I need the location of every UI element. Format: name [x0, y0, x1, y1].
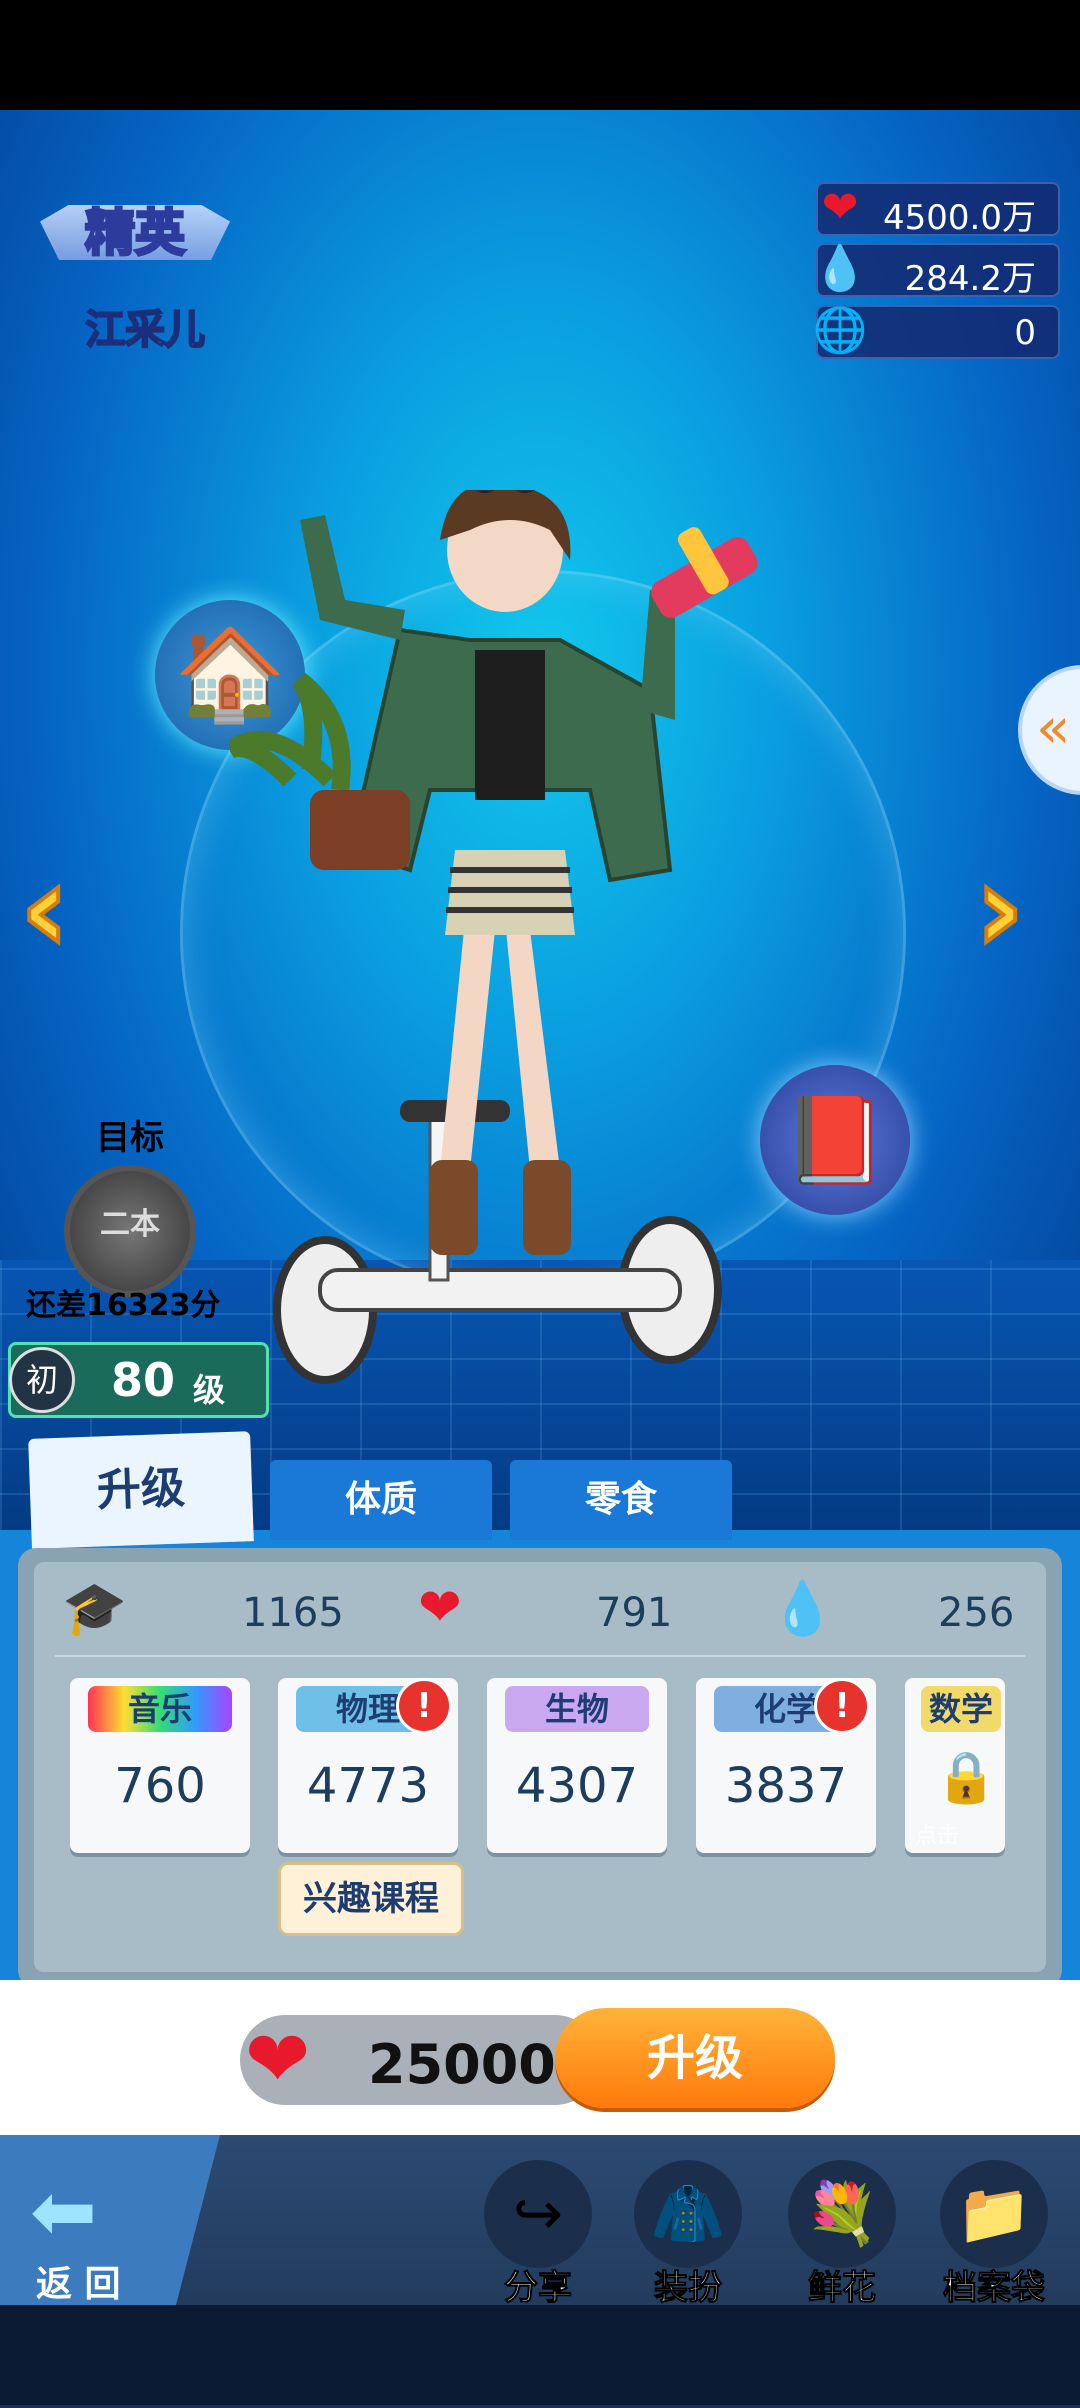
- tab-snacks[interactable]: 零食: [510, 1460, 732, 1540]
- file-folder-icon: 📁: [940, 2160, 1048, 2268]
- rank-text: 精英: [84, 203, 187, 264]
- subject-card-biology[interactable]: 生物 4307: [487, 1678, 667, 1853]
- stat-heart-value: 791: [596, 1590, 673, 1636]
- share-button[interactable]: ↪ 分享: [478, 2160, 598, 2309]
- back-label: 返 回: [36, 2264, 121, 2305]
- interest-course-tag[interactable]: 兴趣课程: [278, 1862, 464, 1936]
- subject-card-music[interactable]: 音乐 760: [70, 1678, 250, 1853]
- back-arrow-icon: ⬅: [30, 2165, 98, 2258]
- upgrade-cost: 25000: [368, 2033, 556, 2096]
- subject-value: 760: [114, 1758, 206, 1814]
- subject-name: 数学: [921, 1686, 1001, 1732]
- resource-value: 0: [1014, 313, 1036, 353]
- subject-value: 3837: [724, 1758, 848, 1814]
- book-button[interactable]: 📕: [760, 1065, 910, 1215]
- resource-value: 284.2万: [904, 259, 1036, 299]
- alert-icon: !: [814, 1678, 870, 1734]
- water-drop-icon: 💧: [812, 243, 868, 294]
- nav-label: 分享: [504, 2268, 573, 2309]
- bottom-stripe: [0, 2305, 1080, 2405]
- stat-cap-value: 1165: [242, 1590, 344, 1636]
- nav-label: 装扮: [654, 2268, 723, 2309]
- subject-card-chemistry[interactable]: 化学 ! 3837: [696, 1678, 876, 1853]
- previous-character-arrow[interactable]: ‹: [18, 838, 71, 981]
- globe-icon: 🌐: [812, 305, 868, 356]
- goal-badge-icon: 二本: [64, 1165, 196, 1297]
- goal-panel[interactable]: 目标 二本 还差16323分: [26, 1110, 230, 1323]
- tab-physique[interactable]: 体质: [270, 1460, 492, 1540]
- subject-card-physics[interactable]: 物理 ! 4773: [278, 1678, 458, 1853]
- lock-text: 点击: [915, 1824, 960, 1849]
- lock-icon: 🔒: [935, 1748, 998, 1806]
- character-illustration: [230, 490, 758, 1384]
- water-drop-icon: 💧: [770, 1579, 835, 1639]
- status-bar: [0, 0, 1080, 110]
- subject-value: 4307: [515, 1758, 639, 1814]
- level-badge: 初 80 级: [8, 1342, 269, 1418]
- graduation-cap-icon: 🎓: [62, 1579, 127, 1639]
- nav-label: 鲜花: [808, 2268, 877, 2309]
- goal-remaining: 还差16323分: [26, 1288, 221, 1323]
- resource-water[interactable]: 💧 284.2万: [813, 243, 1060, 299]
- subject-card-math[interactable]: 数学 🔒 点击: [905, 1678, 1005, 1853]
- heart-icon: ❤: [821, 182, 859, 233]
- subject-name: 生物: [505, 1686, 649, 1732]
- file-bag-button[interactable]: 📁 档案袋: [934, 2160, 1054, 2309]
- nav-label: 档案袋: [943, 2268, 1046, 2309]
- goal-label: 目标: [96, 1118, 164, 1158]
- share-icon: ↪: [484, 2160, 592, 2268]
- heart-icon: ❤: [245, 2015, 311, 2105]
- flower-bouquet-icon: 💐: [788, 2160, 896, 2268]
- book-icon: 📕: [782, 1091, 888, 1189]
- upgrade-button[interactable]: 升级: [555, 2008, 835, 2108]
- resource-value: 4500.0万: [883, 198, 1036, 238]
- character-name: 江采儿: [84, 306, 206, 354]
- subject-value: 4773: [306, 1758, 430, 1814]
- alert-icon: !: [396, 1678, 452, 1734]
- level-number: 80: [111, 1353, 176, 1407]
- resource-hearts[interactable]: ❤ 4500.0万: [816, 182, 1060, 238]
- subject-name: 音乐: [88, 1686, 232, 1732]
- rank-badge: 精英: [40, 185, 230, 275]
- jacket-icon: 🧥: [634, 2160, 742, 2268]
- dress-up-button[interactable]: 🧥 装扮: [628, 2160, 748, 2309]
- level-prefix: 初: [9, 1347, 75, 1413]
- heart-icon: ❤: [418, 1578, 462, 1638]
- next-character-arrow[interactable]: ›: [973, 838, 1026, 981]
- resource-globe[interactable]: 🌐 0: [813, 305, 1060, 359]
- tab-upgrade[interactable]: 升级: [28, 1431, 254, 1549]
- divider: [55, 1655, 1025, 1657]
- flowers-button[interactable]: 💐 鲜花: [782, 2160, 902, 2309]
- level-unit: 级: [193, 1371, 226, 1409]
- stat-drop-value: 256: [938, 1590, 1015, 1636]
